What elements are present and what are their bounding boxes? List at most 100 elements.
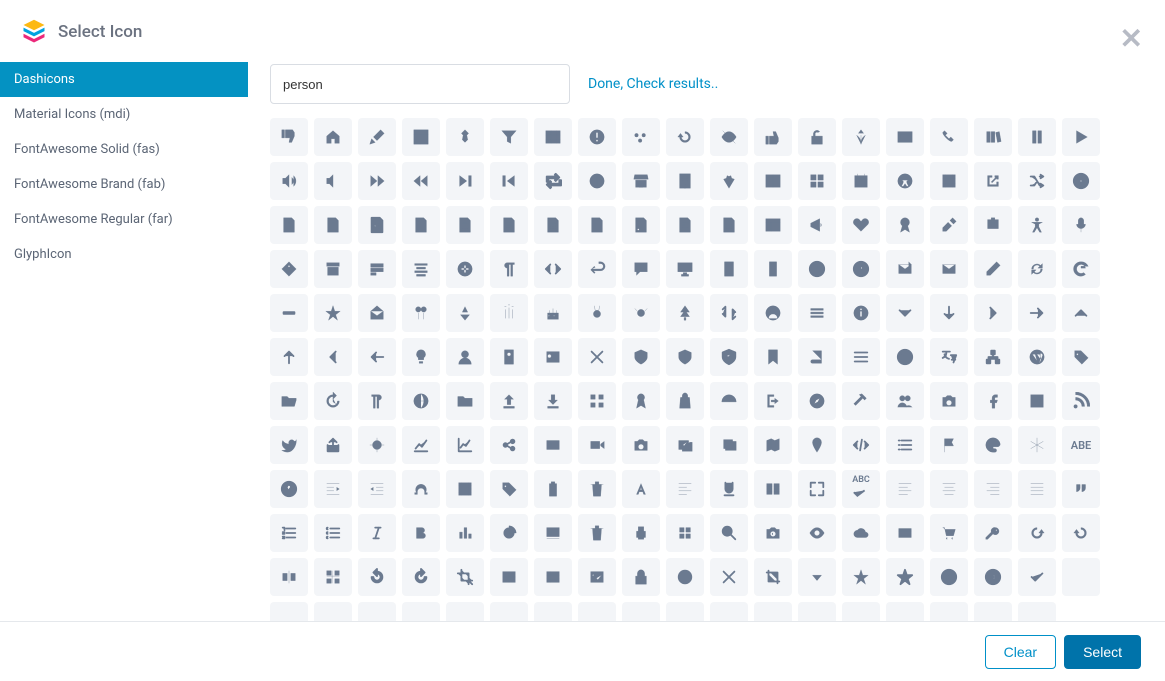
- mail-icon[interactable]: [930, 250, 968, 288]
- folder-icon[interactable]: [446, 382, 484, 420]
- file-invoice-icon[interactable]: [666, 206, 704, 244]
- edit-icon[interactable]: [974, 250, 1012, 288]
- accessibility-icon[interactable]: [886, 162, 924, 200]
- spellcheck-icon[interactable]: ABC: [842, 470, 880, 508]
- images-icon[interactable]: [710, 426, 748, 464]
- calendar-icon[interactable]: [842, 162, 880, 200]
- facebook-icon[interactable]: [1018, 382, 1056, 420]
- crop-icon[interactable]: [446, 558, 484, 596]
- blank-icon[interactable]: [930, 602, 968, 621]
- megaphone-icon[interactable]: [798, 206, 836, 244]
- undo-alt-icon[interactable]: [1062, 514, 1100, 552]
- balloons-icon[interactable]: [402, 294, 440, 332]
- x-icon[interactable]: [578, 338, 616, 376]
- redo-icon[interactable]: [1018, 514, 1056, 552]
- blank-icon[interactable]: [974, 602, 1012, 621]
- abc-icon[interactable]: ABE: [1062, 426, 1100, 464]
- blank-icon[interactable]: [490, 602, 528, 621]
- volume-icon[interactable]: [270, 162, 308, 200]
- fullscreen-icon[interactable]: [798, 470, 836, 508]
- align-left-2-icon[interactable]: [886, 470, 924, 508]
- minus-icon[interactable]: [270, 294, 308, 332]
- paragraph-rtl-icon[interactable]: [358, 382, 396, 420]
- twitter-icon[interactable]: [270, 426, 308, 464]
- video-grid-icon[interactable]: [490, 558, 528, 596]
- palette-icon[interactable]: [974, 426, 1012, 464]
- snowflake-icon[interactable]: [1018, 426, 1056, 464]
- star-half-icon[interactable]: [314, 294, 352, 332]
- upload-icon[interactable]: [490, 382, 528, 420]
- external-icon[interactable]: [974, 162, 1012, 200]
- globe-icon[interactable]: [402, 382, 440, 420]
- accessibility-alt-icon[interactable]: [1018, 206, 1056, 244]
- id-card-icon[interactable]: [886, 118, 924, 156]
- arrow-up-icon[interactable]: [270, 338, 308, 376]
- circle-icon[interactable]: [666, 558, 704, 596]
- sidebar-item-3[interactable]: FontAwesome Brand (fab): [0, 167, 248, 202]
- candles-icon[interactable]: [490, 294, 528, 332]
- bookmark-icon[interactable]: [754, 338, 792, 376]
- trash-icon[interactable]: [578, 470, 616, 508]
- rewind-icon[interactable]: [402, 162, 440, 200]
- party-icon[interactable]: [446, 294, 484, 332]
- phone-icon[interactable]: [930, 118, 968, 156]
- chart-up-icon[interactable]: [402, 426, 440, 464]
- blank-icon[interactable]: [358, 602, 396, 621]
- home-icon[interactable]: [314, 118, 352, 156]
- text-columns-icon[interactable]: [754, 470, 792, 508]
- tag-alt-icon[interactable]: [270, 250, 308, 288]
- lightbulb-icon[interactable]: [402, 338, 440, 376]
- blank-icon[interactable]: [534, 602, 572, 621]
- key-icon[interactable]: [974, 514, 1012, 552]
- file-text-icon[interactable]: [490, 206, 528, 244]
- video-icon[interactable]: [534, 426, 572, 464]
- compass-icon[interactable]: [798, 382, 836, 420]
- camera-alt-icon[interactable]: [622, 426, 660, 464]
- sidebar-item-0[interactable]: Dashicons: [0, 62, 248, 97]
- mobile-icon[interactable]: [754, 250, 792, 288]
- help-icon[interactable]: [842, 250, 880, 288]
- building-icon[interactable]: [666, 162, 704, 200]
- brush-icon[interactable]: [358, 118, 396, 156]
- pause-icon[interactable]: [1018, 118, 1056, 156]
- arrow-circle-icon[interactable]: [974, 558, 1012, 596]
- blank-icon[interactable]: [402, 602, 440, 621]
- list-details-icon[interactable]: [534, 558, 572, 596]
- blank-icon[interactable]: [1062, 558, 1100, 596]
- map-icon[interactable]: [754, 426, 792, 464]
- blank-icon[interactable]: [798, 602, 836, 621]
- avatar-icon[interactable]: [754, 294, 792, 332]
- ribbon-icon[interactable]: [622, 382, 660, 420]
- sidebar-item-2[interactable]: FontAwesome Solid (fas): [0, 132, 248, 167]
- eye-off-icon[interactable]: [710, 118, 748, 156]
- menu-icon[interactable]: [798, 294, 836, 332]
- sort-icon[interactable]: [710, 294, 748, 332]
- chevron-up-icon[interactable]: [1062, 294, 1100, 332]
- close-icon[interactable]: ✕: [1120, 22, 1143, 55]
- question-icon[interactable]: [270, 470, 308, 508]
- mic-icon[interactable]: [1062, 206, 1100, 244]
- thumbs-down-icon[interactable]: [270, 118, 308, 156]
- file-spreadsheet-icon[interactable]: [534, 206, 572, 244]
- bag-icon[interactable]: [666, 382, 704, 420]
- rows-icon[interactable]: [358, 250, 396, 288]
- printer-alt-icon[interactable]: [622, 514, 660, 552]
- lock-open-icon[interactable]: [798, 118, 836, 156]
- sidebar-item-4[interactable]: FontAwesome Regular (far): [0, 202, 248, 237]
- alert-icon[interactable]: [578, 118, 616, 156]
- refresh-icon[interactable]: [1018, 250, 1056, 288]
- grid-distribute-icon[interactable]: [314, 558, 352, 596]
- shield-icon[interactable]: [622, 338, 660, 376]
- sidebar-item-5[interactable]: GlyphIcon: [0, 237, 248, 272]
- blank-icon[interactable]: [622, 602, 660, 621]
- file-audio-icon[interactable]: [314, 206, 352, 244]
- sitemap-icon[interactable]: [974, 338, 1012, 376]
- palm-icon[interactable]: [842, 118, 880, 156]
- grid-4-icon[interactable]: [666, 514, 704, 552]
- envelope-open-icon[interactable]: [358, 294, 396, 332]
- store-icon[interactable]: [622, 162, 660, 200]
- camera-2-icon[interactable]: [754, 514, 792, 552]
- target-icon[interactable]: [358, 426, 396, 464]
- italic-icon[interactable]: [358, 514, 396, 552]
- blank-icon[interactable]: [842, 602, 880, 621]
